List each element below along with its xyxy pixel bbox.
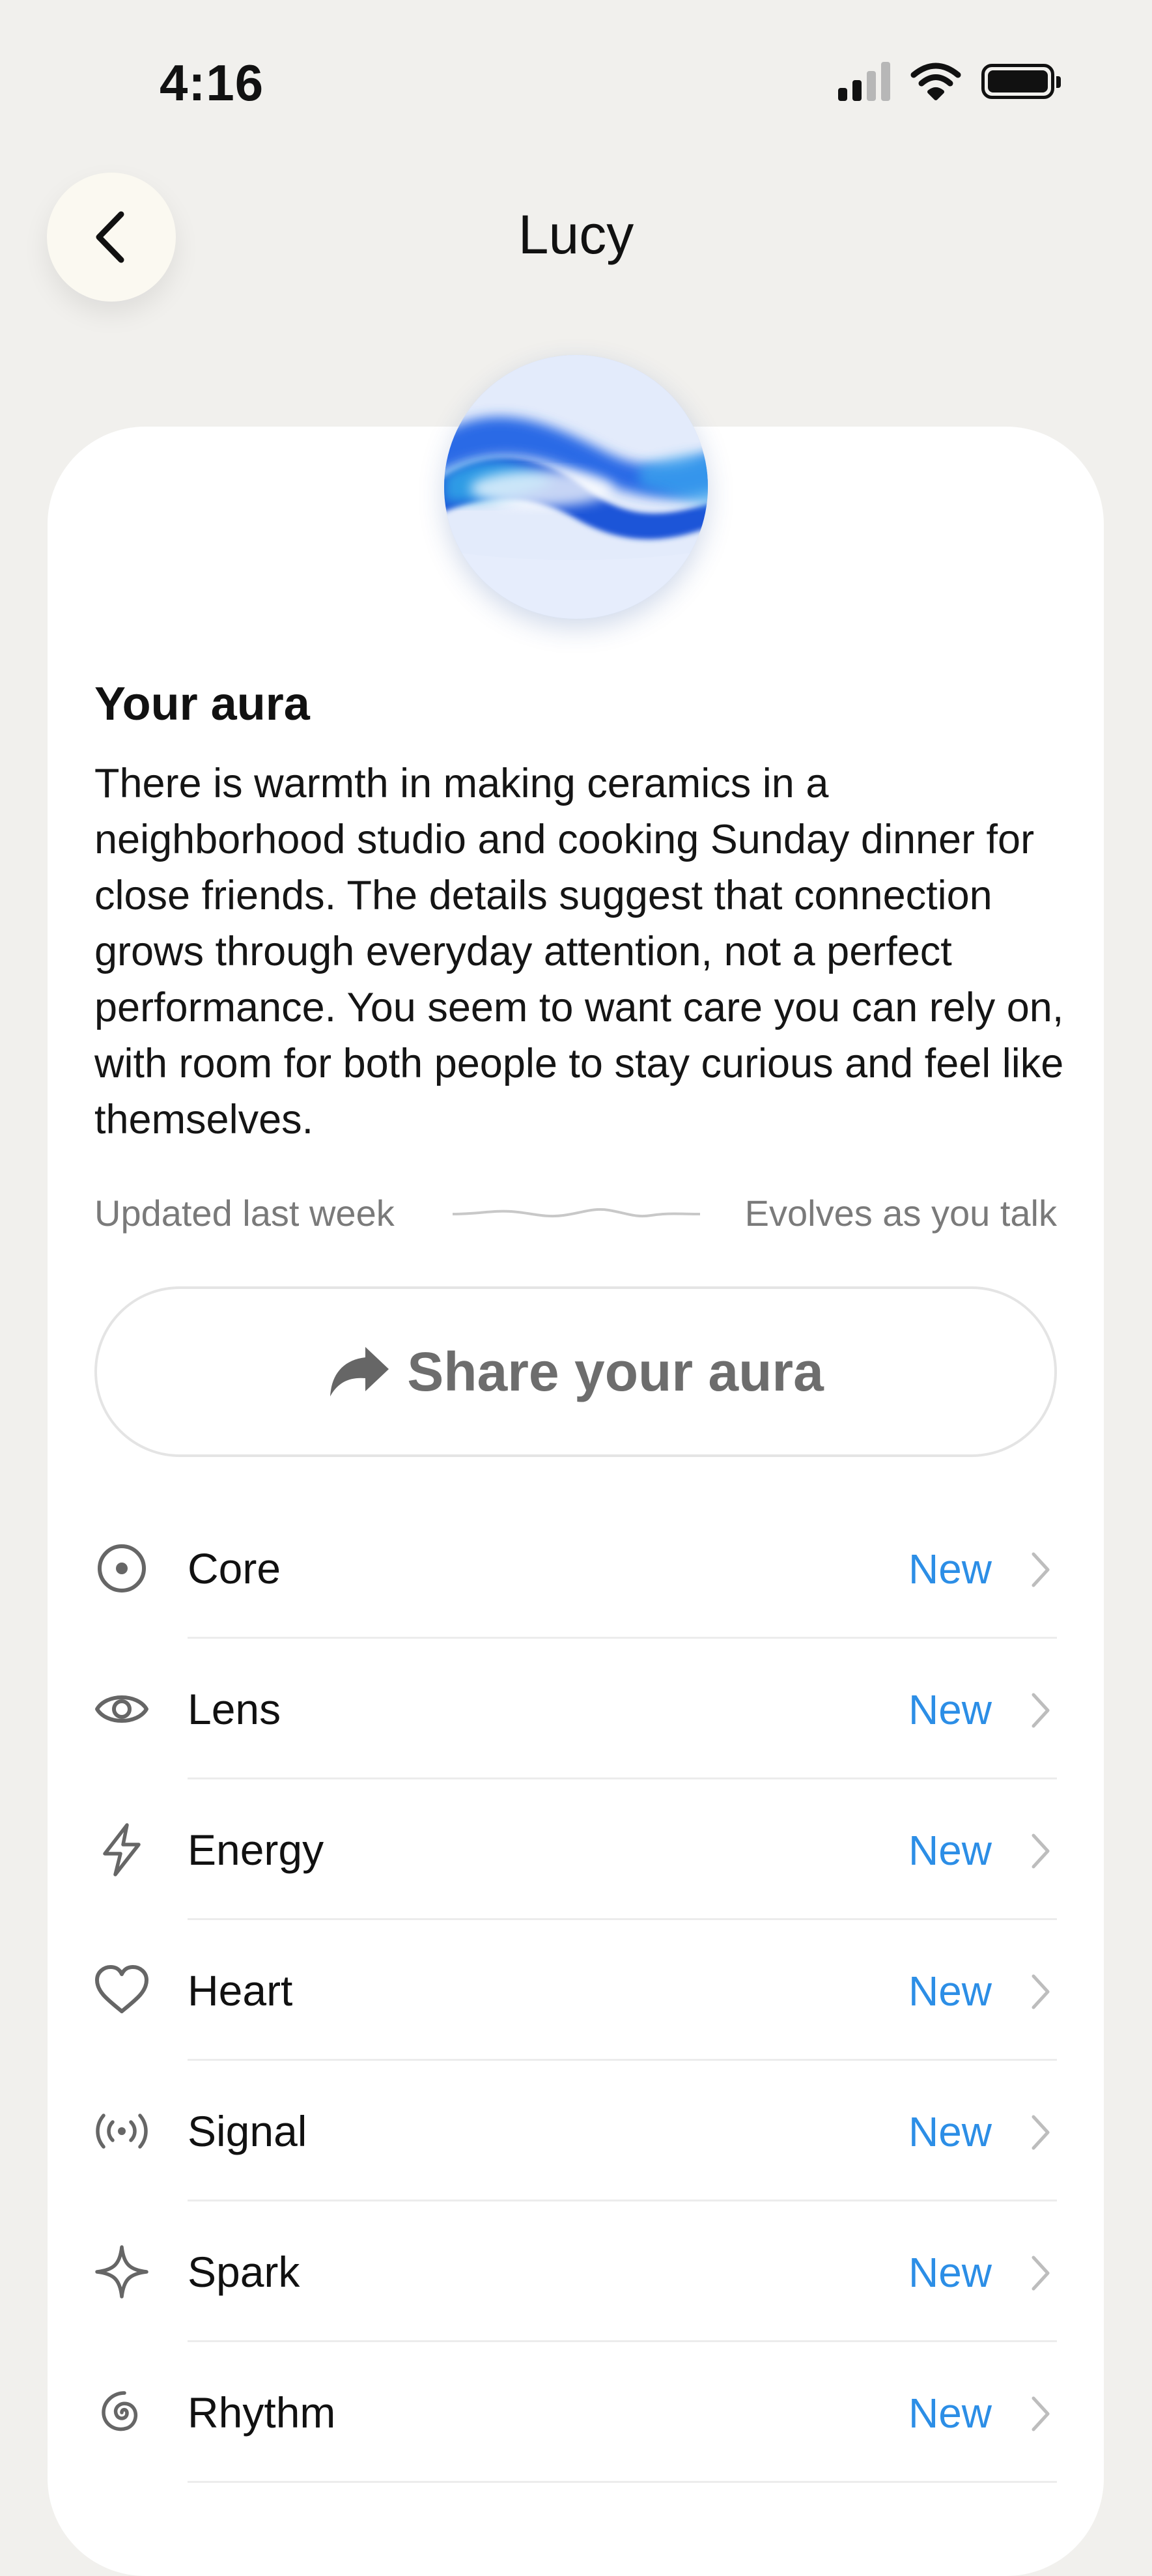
lightning-icon xyxy=(94,1822,149,1877)
heart-icon xyxy=(94,1963,149,2018)
list-item-rhythm[interactable]: Rhythm New xyxy=(94,2342,1057,2483)
chevron-right-icon xyxy=(1028,2113,1052,2155)
spiral-icon xyxy=(94,2385,149,2440)
chevron-right-icon xyxy=(1028,1972,1052,2015)
list-item-energy[interactable]: Energy New xyxy=(94,1779,1057,1920)
new-badge: New xyxy=(908,1968,992,2015)
page-title: Lucy xyxy=(518,204,634,265)
chevron-right-icon xyxy=(1028,2254,1052,2296)
new-badge: New xyxy=(908,1827,992,1874)
aura-sections-list: Core New Lens New Energy New Heart New S… xyxy=(94,1498,1057,2483)
status-icons xyxy=(838,62,1061,101)
aura-description: There is warmth in making ceramics in a … xyxy=(94,761,1064,1142)
aura-heading: Your aura xyxy=(94,678,310,730)
list-item-lens[interactable]: Lens New xyxy=(94,1639,1057,1779)
wifi-icon xyxy=(910,63,961,100)
new-badge: New xyxy=(908,2390,992,2437)
evolves-label: Evolves as you talk xyxy=(744,1193,1057,1234)
aura-meta-row: Updated last week Evolves as you talk xyxy=(94,1192,1057,1238)
new-badge: New xyxy=(908,2249,992,2296)
chevron-right-icon xyxy=(1028,2394,1052,2437)
list-item-label: Spark xyxy=(188,2248,300,2296)
updated-label: Updated last week xyxy=(94,1193,395,1234)
list-item-label: Core xyxy=(188,1544,281,1592)
target-icon xyxy=(94,1541,149,1596)
new-badge: New xyxy=(908,1686,992,1733)
chevron-right-icon xyxy=(1028,1550,1052,1592)
battery-icon xyxy=(981,64,1061,99)
list-item-core[interactable]: Core New xyxy=(94,1498,1057,1639)
list-item-label: Lens xyxy=(188,1685,281,1733)
sparkle-icon xyxy=(94,2244,149,2299)
chevron-right-icon xyxy=(1028,1832,1052,1874)
signal-waves-icon xyxy=(94,2104,149,2158)
share-arrow-icon xyxy=(330,1347,389,1396)
list-item-label: Rhythm xyxy=(188,2388,336,2437)
status-time: 4:16 xyxy=(160,54,264,111)
chevron-right-icon xyxy=(1028,1691,1052,1733)
new-badge: New xyxy=(908,2108,992,2155)
list-item-signal[interactable]: Signal New xyxy=(94,2061,1057,2201)
share-aura-button[interactable]: Share your aura xyxy=(94,1286,1057,1457)
cellular-signal-icon xyxy=(838,62,890,101)
list-item-label: Energy xyxy=(188,1826,324,1874)
list-item-heart[interactable]: Heart New xyxy=(94,1920,1057,2061)
status-bar: 4:16 xyxy=(0,0,1152,130)
list-item-label: Heart xyxy=(188,1966,293,2015)
eye-icon xyxy=(94,1682,149,1736)
share-aura-label: Share your aura xyxy=(407,1340,824,1402)
list-item-spark[interactable]: Spark New xyxy=(94,2201,1057,2342)
new-badge: New xyxy=(908,1546,992,1592)
list-item-label: Signal xyxy=(188,2107,307,2155)
aura-orb xyxy=(444,355,708,619)
divider xyxy=(188,2481,1057,2483)
wave-divider-icon xyxy=(453,1208,700,1218)
